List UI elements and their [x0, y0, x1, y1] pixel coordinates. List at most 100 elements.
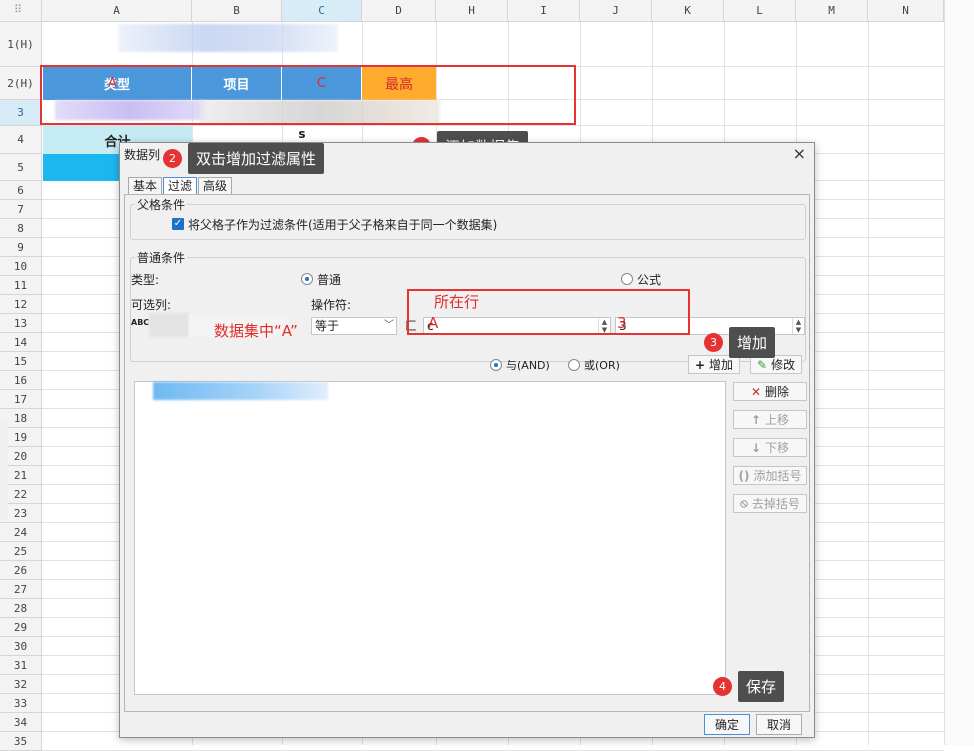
cell-sum[interactable]: s: [282, 126, 322, 142]
step-2-badge: 2: [163, 148, 182, 168]
column-header-a[interactable]: A: [42, 0, 192, 22]
row-header[interactable]: 7: [0, 200, 42, 219]
cancel-button[interactable]: 取消: [756, 714, 802, 735]
row-header[interactable]: 3: [0, 100, 42, 126]
blurred-condition-item: [153, 382, 328, 400]
tab-basic[interactable]: 基本: [128, 177, 163, 194]
column-header-b[interactable]: B: [192, 0, 282, 22]
row-header[interactable]: 12: [0, 295, 42, 314]
logic-and-label: 与(AND): [506, 359, 550, 372]
column-header-h[interactable]: H: [436, 0, 508, 22]
column-header-m[interactable]: M: [796, 0, 868, 22]
callout-step-4: 4 保存: [713, 670, 785, 702]
data-column-dialog: 数据列 × 基本 过滤 高级 父格条件 ✓ 将父格子作为过滤条件(适用于父子格来…: [119, 142, 815, 738]
chevron-down-icon: ﹀: [384, 320, 394, 331]
row-header[interactable]: 15: [0, 352, 42, 371]
column-header-l[interactable]: L: [724, 0, 796, 22]
blurred-title: [118, 24, 338, 52]
remove-bracket-button[interactable]: ⦸ 去掉括号: [733, 494, 807, 513]
add-bracket-label: 添加括号: [753, 469, 802, 483]
parent-filter-checkbox[interactable]: ✓: [172, 218, 184, 230]
row-header[interactable]: 9: [0, 238, 42, 257]
type-formula-radio[interactable]: [621, 273, 633, 285]
logic-and-radio[interactable]: [490, 359, 502, 371]
column-header-c[interactable]: C: [282, 0, 362, 22]
column-header-n[interactable]: N: [868, 0, 944, 22]
row-header[interactable]: 1(H): [0, 22, 42, 67]
grid-line: [868, 22, 869, 745]
columns-label: 可选列:: [131, 298, 172, 312]
parent-condition-title: 父格条件: [135, 196, 188, 213]
type-normal-label: 普通: [317, 273, 342, 287]
row-header[interactable]: 31: [0, 656, 42, 675]
row-header[interactable]: 5: [0, 154, 42, 181]
row-header[interactable]: 16: [0, 371, 42, 390]
row-header[interactable]: 32: [0, 675, 42, 694]
logic-or-radio[interactable]: [568, 359, 580, 371]
column-header-i[interactable]: I: [508, 0, 580, 22]
step-2-tooltip: 双击增加过滤属性: [188, 142, 325, 174]
row-header[interactable]: 14: [0, 333, 42, 352]
condition-list[interactable]: [134, 381, 726, 695]
bracket-icon: (): [738, 468, 750, 483]
type-formula-label: 公式: [637, 273, 662, 287]
row-header[interactable]: 4: [0, 126, 42, 154]
arrow-down-icon: ↓: [750, 440, 762, 455]
row-header[interactable]: 24: [0, 523, 42, 542]
column-header-k[interactable]: K: [652, 0, 724, 22]
normal-condition-title: 普通条件: [135, 249, 188, 266]
move-up-label: 上移: [765, 413, 790, 427]
step-3-tooltip: 增加: [729, 326, 776, 358]
delete-x-icon: ✕: [750, 384, 762, 399]
operator-select[interactable]: 等于 ﹀: [311, 317, 397, 335]
delete-button[interactable]: ✕ 删除: [733, 382, 807, 401]
abc-column-icon[interactable]: ABC: [131, 318, 149, 327]
close-icon[interactable]: ×: [793, 144, 806, 163]
row-header[interactable]: 17: [0, 390, 42, 409]
type-normal-radio[interactable]: [301, 273, 313, 285]
current-row-annotation: 所在行: [434, 293, 480, 311]
row-header[interactable]: 27: [0, 580, 42, 599]
cell-row5[interactable]: [43, 154, 119, 181]
row-header[interactable]: 26: [0, 561, 42, 580]
spinner-icon[interactable]: ▲ ▼: [792, 318, 804, 334]
ok-button[interactable]: 确定: [704, 714, 750, 735]
row-header[interactable]: 11: [0, 276, 42, 295]
row-header[interactable]: 8: [0, 219, 42, 238]
row-header[interactable]: 28: [0, 599, 42, 618]
move-up-button[interactable]: ↑ 上移: [733, 410, 807, 429]
row-header[interactable]: 25: [0, 542, 42, 561]
column-header-d[interactable]: D: [362, 0, 436, 22]
cell-sum-label: s: [298, 127, 306, 141]
dataset-a-annotation: 数据集中“A”: [214, 322, 298, 340]
row-header[interactable]: 35: [0, 732, 42, 751]
left-edge-strip: [0, 420, 8, 520]
modify-icon: ✎: [756, 357, 768, 372]
row-header[interactable]: 34: [0, 713, 42, 732]
row-header[interactable]: 10: [0, 257, 42, 276]
row-header[interactable]: 6: [0, 181, 42, 200]
operator-value: 等于: [315, 319, 340, 333]
step-4-badge: 4: [713, 676, 732, 696]
tab-advanced[interactable]: 高级: [198, 177, 233, 194]
row-header[interactable]: 13: [0, 314, 42, 333]
move-down-button[interactable]: ↓ 下移: [733, 438, 807, 457]
filter-panel: 父格条件 ✓ 将父格子作为过滤条件(适用于父子格来自于同一个数据集) 普通条件 …: [124, 194, 810, 712]
logic-or-label: 或(OR): [584, 359, 620, 372]
row-header[interactable]: 29: [0, 618, 42, 637]
row-header[interactable]: 33: [0, 694, 42, 713]
column-header-j[interactable]: J: [580, 0, 652, 22]
red-a-annotation: A: [428, 314, 439, 332]
blurred-column-select: [149, 313, 189, 337]
red-a-marker: A: [108, 76, 117, 91]
add-bracket-button[interactable]: () 添加括号: [733, 466, 807, 485]
tab-filter[interactable]: 过滤: [163, 177, 198, 194]
select-all-corner[interactable]: ⠿: [0, 0, 42, 22]
vertical-scrollbar[interactable]: [944, 0, 974, 745]
highlight-box-header: [40, 65, 576, 125]
dialog-tabs: 基本 过滤 高级: [128, 177, 233, 194]
row-header[interactable]: 30: [0, 637, 42, 656]
add-condition-label: 增加: [709, 358, 734, 372]
row-header[interactable]: 2(H): [0, 67, 42, 100]
plus-icon: +: [694, 357, 706, 372]
